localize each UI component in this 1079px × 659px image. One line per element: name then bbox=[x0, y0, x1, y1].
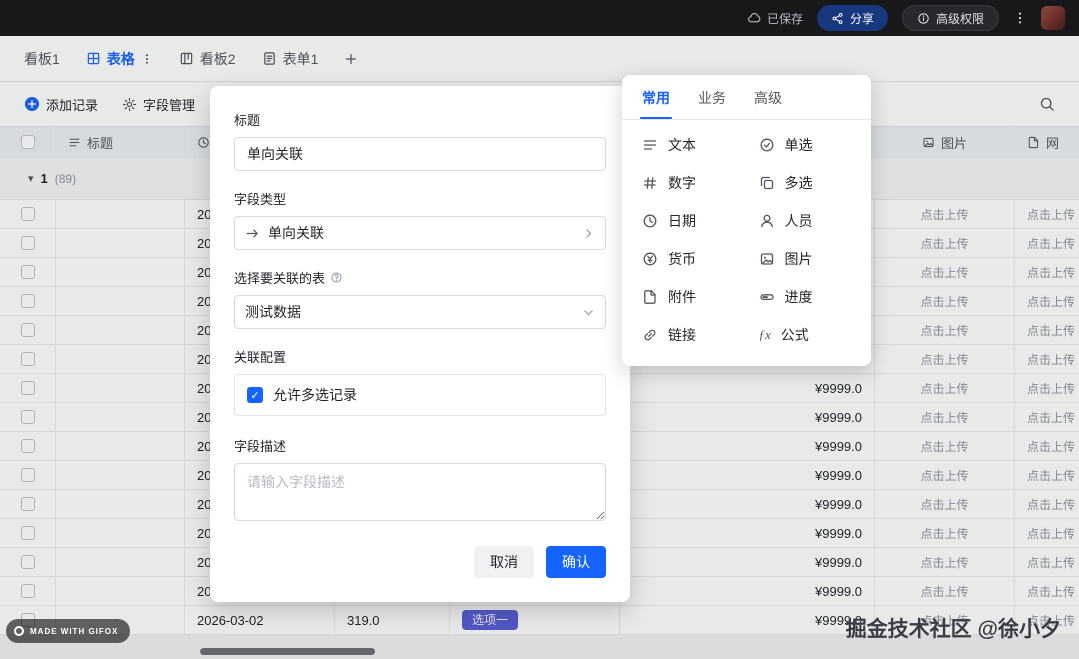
share-icon bbox=[831, 12, 844, 25]
relation-config-box: ✓ 允许多选记录 bbox=[234, 374, 606, 416]
relation-config-label: 关联配置 bbox=[234, 347, 606, 366]
field-type-number[interactable]: 数字 bbox=[630, 164, 747, 202]
field-type-progress[interactable]: 进度 bbox=[747, 278, 864, 316]
allow-multi-select-checkbox[interactable]: ✓ bbox=[247, 387, 263, 403]
panel-tab-common[interactable]: 常用 bbox=[642, 75, 670, 119]
more-menu-icon[interactable] bbox=[1013, 11, 1027, 25]
link-icon bbox=[642, 327, 658, 343]
formula-icon: ƒx bbox=[759, 327, 771, 343]
confirm-button[interactable]: 确认 bbox=[546, 546, 606, 578]
app-window: 已保存 分享 高级权限 看板1 表格 bbox=[0, 0, 1079, 659]
cancel-button[interactable]: 取消 bbox=[474, 546, 534, 578]
relation-table-value: 测试数据 bbox=[245, 302, 301, 322]
single-select-icon bbox=[759, 137, 775, 153]
advanced-permission-button[interactable]: 高级权限 bbox=[902, 5, 999, 31]
field-type-text[interactable]: 文本 bbox=[630, 126, 747, 164]
chevron-down-icon bbox=[582, 306, 595, 319]
multi-select-icon bbox=[759, 175, 775, 191]
panel-tab-business[interactable]: 业务 bbox=[698, 75, 726, 119]
info-circle-icon bbox=[917, 12, 930, 25]
chevron-right-icon bbox=[582, 227, 595, 240]
save-status: 已保存 bbox=[747, 10, 803, 27]
one-way-link-icon bbox=[245, 226, 260, 241]
image-icon bbox=[759, 251, 775, 267]
field-type-panel-tabs: 常用 业务 高级 bbox=[622, 75, 871, 120]
field-type-person[interactable]: 人员 bbox=[747, 202, 864, 240]
horizontal-scrollbar-thumb[interactable] bbox=[200, 648, 375, 655]
allow-multi-select-label: 允许多选记录 bbox=[273, 385, 357, 405]
number-icon bbox=[642, 175, 658, 191]
cloud-icon bbox=[747, 11, 761, 25]
relation-table-label: 选择要关联的表 bbox=[234, 268, 325, 287]
attachment-icon bbox=[642, 289, 658, 305]
field-type-multi-select[interactable]: 多选 bbox=[747, 164, 864, 202]
field-type-image[interactable]: 图片 bbox=[747, 240, 864, 278]
record-dot-icon bbox=[14, 626, 24, 636]
juejin-watermark: 掘金技术社区 @徐小夕 bbox=[846, 613, 1061, 643]
field-type-label: 字段类型 bbox=[234, 189, 606, 208]
field-type-single-select[interactable]: 单选 bbox=[747, 126, 864, 164]
gifox-watermark-label: MADE WITH GIFOX bbox=[30, 627, 118, 636]
share-button-label: 分享 bbox=[850, 10, 874, 27]
field-desc-label: 字段描述 bbox=[234, 436, 606, 455]
field-type-formula[interactable]: ƒx 公式 bbox=[747, 316, 864, 354]
share-button[interactable]: 分享 bbox=[817, 5, 888, 31]
save-status-label: 已保存 bbox=[767, 10, 803, 27]
date-icon bbox=[642, 213, 658, 229]
progress-icon bbox=[759, 289, 775, 305]
field-type-grid: 文本 单选 数字 多选 日期 人员 bbox=[622, 120, 871, 366]
field-title-label: 标题 bbox=[234, 110, 606, 129]
panel-tab-advanced[interactable]: 高级 bbox=[754, 75, 782, 119]
field-type-link[interactable]: 链接 bbox=[630, 316, 747, 354]
avatar[interactable] bbox=[1041, 6, 1065, 30]
relation-table-select[interactable]: 测试数据 bbox=[234, 295, 606, 329]
field-type-date[interactable]: 日期 bbox=[630, 202, 747, 240]
field-type-value: 单向关联 bbox=[268, 223, 324, 243]
field-type-attachment[interactable]: 附件 bbox=[630, 278, 747, 316]
currency-icon bbox=[642, 251, 658, 267]
text-icon bbox=[642, 137, 658, 153]
field-type-select[interactable]: 单向关联 bbox=[234, 216, 606, 250]
field-type-currency[interactable]: 货币 bbox=[630, 240, 747, 278]
topbar: 已保存 分享 高级权限 bbox=[0, 0, 1079, 36]
help-circle-icon[interactable] bbox=[330, 271, 343, 284]
field-edit-modal: 标题 字段类型 单向关联 选择要关联的表 测试数据 关联配置 bbox=[210, 86, 630, 602]
field-type-panel: 常用 业务 高级 文本 单选 数字 多选 日期 bbox=[622, 75, 871, 366]
field-desc-textarea[interactable] bbox=[234, 463, 606, 521]
person-icon bbox=[759, 213, 775, 229]
gifox-watermark: MADE WITH GIFOX bbox=[6, 619, 130, 643]
advanced-permission-label: 高级权限 bbox=[936, 10, 984, 27]
field-title-input[interactable] bbox=[234, 137, 606, 171]
